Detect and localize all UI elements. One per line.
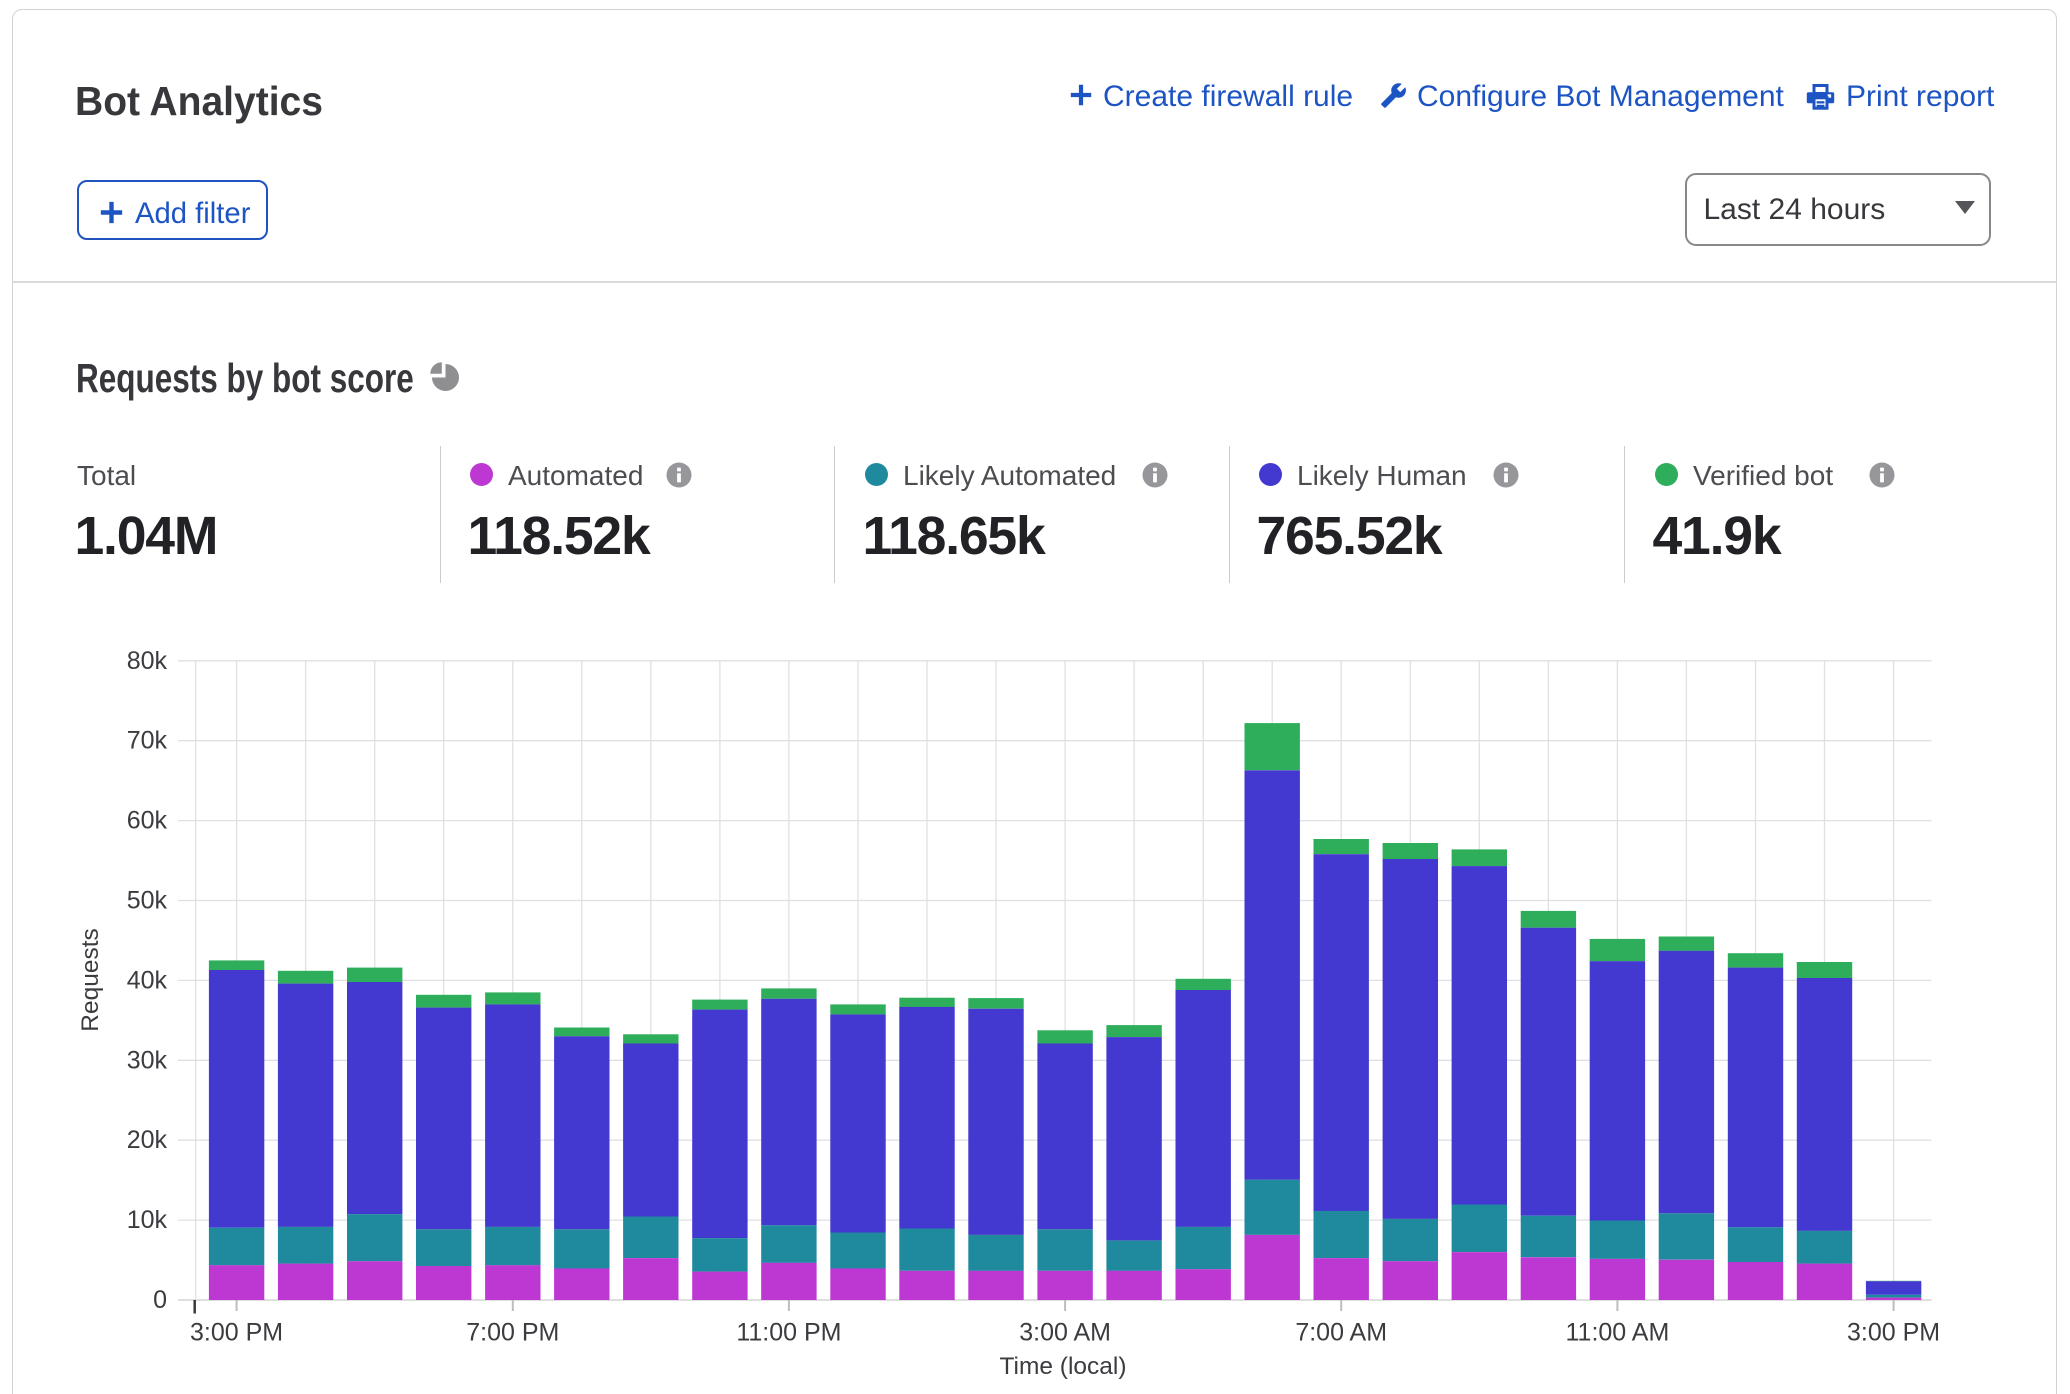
svg-text:80k: 80k — [127, 647, 168, 675]
svg-text:70k: 70k — [127, 727, 168, 755]
svg-text:7:00 AM: 7:00 AM — [1295, 1318, 1387, 1346]
svg-text:11:00 AM: 11:00 AM — [1566, 1318, 1670, 1346]
svg-text:40k: 40k — [127, 966, 168, 994]
svg-text:11:00 PM: 11:00 PM — [736, 1318, 841, 1346]
svg-text:50k: 50k — [127, 887, 168, 915]
svg-text:Requests: Requests — [77, 928, 104, 1032]
svg-text:7:00 PM: 7:00 PM — [466, 1318, 559, 1346]
svg-text:60k: 60k — [127, 807, 168, 835]
svg-text:10k: 10k — [127, 1206, 168, 1234]
svg-text:3:00 PM: 3:00 PM — [190, 1318, 283, 1346]
svg-text:20k: 20k — [127, 1126, 168, 1154]
svg-text:30k: 30k — [127, 1046, 168, 1074]
svg-text:3:00 PM: 3:00 PM — [1847, 1318, 1940, 1346]
svg-text:3:00 AM: 3:00 AM — [1019, 1318, 1111, 1346]
svg-text:0: 0 — [153, 1286, 167, 1314]
svg-text:Time (local): Time (local) — [999, 1353, 1126, 1380]
